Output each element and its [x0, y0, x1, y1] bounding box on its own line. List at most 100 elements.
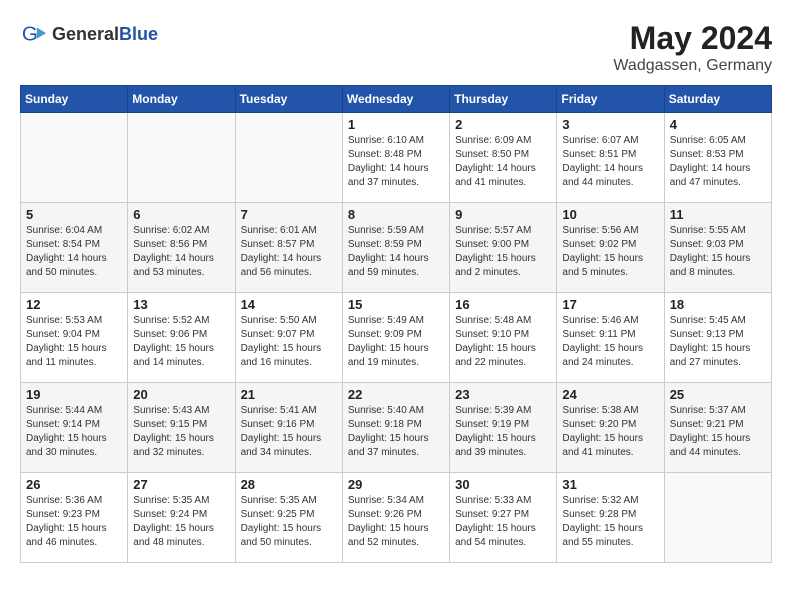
cell-details: Sunrise: 6:05 AMSunset: 8:53 PMDaylight:…: [670, 134, 766, 190]
calendar-cell: 11Sunrise: 5:55 AMSunset: 9:03 PMDayligh…: [664, 203, 771, 293]
cell-details: Sunrise: 6:01 AMSunset: 8:57 PMDaylight:…: [241, 224, 337, 280]
logo-general: General: [52, 24, 119, 44]
calendar-cell: 12 Sunrise: 5:53 AMSunset: 9:04 PMDayligh…: [21, 293, 128, 383]
day-number: 17: [562, 297, 658, 312]
day-number: 25: [670, 387, 766, 402]
calendar-cell: 24Sunrise: 5:38 AMSunset: 9:20 PMDayligh…: [557, 383, 664, 473]
day-number: 26: [26, 477, 122, 492]
cell-details: Sunrise: 5:57 AMSunset: 9:00 PMDaylight:…: [455, 224, 551, 280]
calendar-cell: 18Sunrise: 5:45 AMSunset: 9:13 PMDayligh…: [664, 293, 771, 383]
day-number: 20: [133, 387, 229, 402]
day-number: 31: [562, 477, 658, 492]
day-number: 2: [455, 117, 551, 132]
week-row-3: 12 Sunrise: 5:53 AMSunset: 9:04 PMDayligh…: [21, 293, 772, 383]
cell-details: Sunrise: 5:41 AMSunset: 9:16 PMDaylight:…: [241, 404, 337, 460]
day-number: 24: [562, 387, 658, 402]
calendar-table: SundayMondayTuesdayWednesdayThursdayFrid…: [20, 85, 772, 563]
calendar-body: 1 Sunrise: 6:10 AMSunset: 8:48 PMDaylight…: [21, 113, 772, 563]
cell-details: Sunrise: 5:59 AMSunset: 8:59 PMDaylight:…: [348, 224, 444, 280]
calendar-cell: 13 Sunrise: 5:52 AMSunset: 9:06 PMDayligh…: [128, 293, 235, 383]
day-number: 29: [348, 477, 444, 492]
day-number: 4: [670, 117, 766, 132]
cell-details: Sunrise: 5:49 AMSunset: 9:09 PMDaylight:…: [348, 314, 444, 370]
day-number: 21: [241, 387, 337, 402]
day-number: 16: [455, 297, 551, 312]
svg-text:G: G: [22, 23, 38, 46]
week-row-2: 5 Sunrise: 6:04 AMSunset: 8:54 PMDaylight…: [21, 203, 772, 293]
cell-details: Sunrise: 6:04 AMSunset: 8:54 PMDaylight:…: [26, 224, 122, 280]
calendar-cell: 14Sunrise: 5:50 AMSunset: 9:07 PMDayligh…: [235, 293, 342, 383]
page-header: G GeneralBlue May 2024 Wadgassen, German…: [20, 20, 772, 75]
calendar-cell: 23Sunrise: 5:39 AMSunset: 9:19 PMDayligh…: [450, 383, 557, 473]
day-number: 23: [455, 387, 551, 402]
calendar-cell: 9Sunrise: 5:57 AMSunset: 9:00 PMDaylight…: [450, 203, 557, 293]
day-number: 6: [133, 207, 229, 222]
cell-details: Sunrise: 6:09 AMSunset: 8:50 PMDaylight:…: [455, 134, 551, 190]
cell-details: Sunrise: 5:34 AMSunset: 9:26 PMDaylight:…: [348, 494, 444, 550]
day-number: 8: [348, 207, 444, 222]
cell-details: Sunrise: 5:56 AMSunset: 9:02 PMDaylight:…: [562, 224, 658, 280]
calendar-header: SundayMondayTuesdayWednesdayThursdayFrid…: [21, 86, 772, 113]
day-number: 12: [26, 297, 122, 312]
day-number: 19: [26, 387, 122, 402]
cell-details: Sunrise: 5:50 AMSunset: 9:07 PMDaylight:…: [241, 314, 337, 370]
calendar-cell: 26 Sunrise: 5:36 AMSunset: 9:23 PMDayligh…: [21, 473, 128, 563]
header-day-monday: Monday: [128, 86, 235, 113]
calendar-cell: 10 Sunrise: 5:56 AMSunset: 9:02 PMDayligh…: [557, 203, 664, 293]
cell-details: Sunrise: 5:43 AMSunset: 9:15 PMDaylight:…: [133, 404, 229, 460]
cell-details: Sunrise: 5:35 AMSunset: 9:25 PMDaylight:…: [241, 494, 337, 550]
cell-details: Sunrise: 5:37 AMSunset: 9:21 PMDaylight:…: [670, 404, 766, 460]
calendar-cell: 8 Sunrise: 5:59 AMSunset: 8:59 PMDaylight…: [342, 203, 449, 293]
calendar-cell: 3 Sunrise: 6:07 AMSunset: 8:51 PMDaylight…: [557, 113, 664, 203]
day-number: 15: [348, 297, 444, 312]
calendar-cell: 7 Sunrise: 6:01 AMSunset: 8:57 PMDaylight…: [235, 203, 342, 293]
cell-details: Sunrise: 5:55 AMSunset: 9:03 PMDaylight:…: [670, 224, 766, 280]
header-day-friday: Friday: [557, 86, 664, 113]
day-number: 1: [348, 117, 444, 132]
calendar-cell: 17 Sunrise: 5:46 AMSunset: 9:11 PMDayligh…: [557, 293, 664, 383]
cell-details: Sunrise: 5:53 AMSunset: 9:04 PMDaylight:…: [26, 314, 122, 370]
calendar-cell: 30 Sunrise: 5:33 AMSunset: 9:27 PMDayligh…: [450, 473, 557, 563]
calendar-cell: [21, 113, 128, 203]
day-number: 22: [348, 387, 444, 402]
calendar-cell: 21 Sunrise: 5:41 AMSunset: 9:16 PMDayligh…: [235, 383, 342, 473]
calendar-cell: 5 Sunrise: 6:04 AMSunset: 8:54 PMDaylight…: [21, 203, 128, 293]
calendar-cell: 4 Sunrise: 6:05 AMSunset: 8:53 PMDaylight…: [664, 113, 771, 203]
cell-details: Sunrise: 6:07 AMSunset: 8:51 PMDaylight:…: [562, 134, 658, 190]
calendar-cell: 22Sunrise: 5:40 AMSunset: 9:18 PMDayligh…: [342, 383, 449, 473]
calendar-cell: 16 Sunrise: 5:48 AMSunset: 9:10 PMDayligh…: [450, 293, 557, 383]
calendar-cell: [128, 113, 235, 203]
cell-details: Sunrise: 6:02 AMSunset: 8:56 PMDaylight:…: [133, 224, 229, 280]
header-day-thursday: Thursday: [450, 86, 557, 113]
calendar-cell: 1 Sunrise: 6:10 AMSunset: 8:48 PMDaylight…: [342, 113, 449, 203]
cell-details: Sunrise: 5:44 AMSunset: 9:14 PMDaylight:…: [26, 404, 122, 460]
header-row: SundayMondayTuesdayWednesdayThursdayFrid…: [21, 86, 772, 113]
calendar-cell: [664, 473, 771, 563]
cell-details: Sunrise: 6:10 AMSunset: 8:48 PMDaylight:…: [348, 134, 444, 190]
calendar-cell: 19 Sunrise: 5:44 AMSunset: 9:14 PMDayligh…: [21, 383, 128, 473]
calendar-cell: 6 Sunrise: 6:02 AMSunset: 8:56 PMDaylight…: [128, 203, 235, 293]
day-number: 3: [562, 117, 658, 132]
cell-details: Sunrise: 5:36 AMSunset: 9:23 PMDaylight:…: [26, 494, 122, 550]
day-number: 28: [241, 477, 337, 492]
day-number: 5: [26, 207, 122, 222]
day-number: 10: [562, 207, 658, 222]
day-number: 30: [455, 477, 551, 492]
calendar-cell: 28 Sunrise: 5:35 AMSunset: 9:25 PMDayligh…: [235, 473, 342, 563]
calendar-cell: 15 Sunrise: 5:49 AMSunset: 9:09 PMDayligh…: [342, 293, 449, 383]
header-day-tuesday: Tuesday: [235, 86, 342, 113]
cell-details: Sunrise: 5:48 AMSunset: 9:10 PMDaylight:…: [455, 314, 551, 370]
calendar-cell: 31Sunrise: 5:32 AMSunset: 9:28 PMDayligh…: [557, 473, 664, 563]
cell-details: Sunrise: 5:33 AMSunset: 9:27 PMDaylight:…: [455, 494, 551, 550]
day-number: 27: [133, 477, 229, 492]
cell-details: Sunrise: 5:45 AMSunset: 9:13 PMDaylight:…: [670, 314, 766, 370]
title-block: May 2024 Wadgassen, Germany: [613, 20, 772, 75]
calendar-cell: 27Sunrise: 5:35 AMSunset: 9:24 PMDayligh…: [128, 473, 235, 563]
cell-details: Sunrise: 5:46 AMSunset: 9:11 PMDaylight:…: [562, 314, 658, 370]
cell-details: Sunrise: 5:52 AMSunset: 9:06 PMDaylight:…: [133, 314, 229, 370]
header-day-wednesday: Wednesday: [342, 86, 449, 113]
logo: G GeneralBlue: [20, 20, 158, 48]
week-row-4: 19 Sunrise: 5:44 AMSunset: 9:14 PMDayligh…: [21, 383, 772, 473]
day-number: 7: [241, 207, 337, 222]
day-number: 13: [133, 297, 229, 312]
